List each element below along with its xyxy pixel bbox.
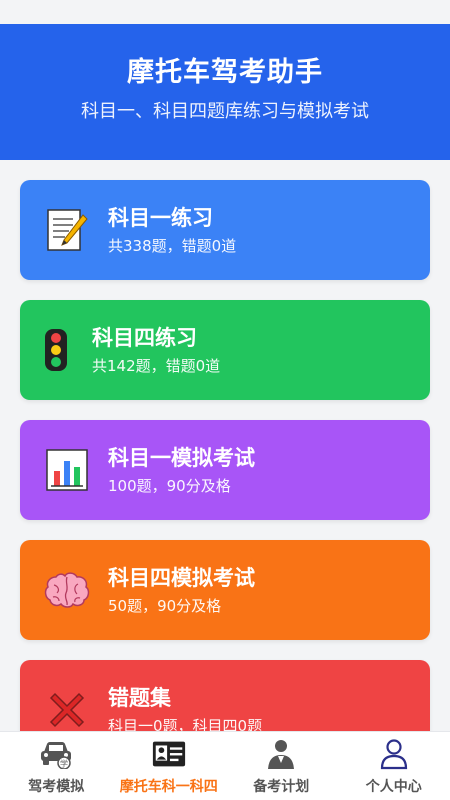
cross-mark-icon bbox=[44, 687, 90, 733]
app-title: 摩托车驾考助手 bbox=[127, 57, 323, 88]
card-title: 科目一模拟考试 bbox=[108, 446, 255, 470]
tab-profile[interactable]: 个人中心 bbox=[338, 732, 450, 800]
user-outline-icon bbox=[376, 738, 412, 770]
card-desc: 100题，90分及格 bbox=[108, 477, 231, 495]
tab-label: 备考计划 bbox=[253, 779, 310, 795]
car-icon: 学 bbox=[38, 738, 74, 770]
card-subject4-mock-exam[interactable]: 科目四模拟考试 50题，90分及格 bbox=[20, 540, 430, 640]
tab-study-plan[interactable]: 备考计划 bbox=[225, 732, 338, 800]
card-title: 科目四练习 bbox=[92, 326, 197, 350]
person-icon bbox=[263, 738, 299, 770]
card-title: 科目四模拟考试 bbox=[108, 566, 255, 590]
status-bar bbox=[0, 0, 450, 24]
bottom-tab-bar: 学 驾考模拟 摩托车科一科四 备考计划 个人中心 bbox=[0, 731, 450, 800]
card-desc: 共142题，错题0道 bbox=[92, 357, 221, 375]
tab-motorcycle-subjects[interactable]: 摩托车科一科四 bbox=[113, 732, 226, 800]
tab-label: 驾考模拟 bbox=[28, 779, 85, 795]
tab-label: 个人中心 bbox=[365, 779, 422, 795]
memo-icon bbox=[44, 207, 90, 253]
card-desc: 50题，90分及格 bbox=[108, 597, 222, 615]
tab-driving-mock[interactable]: 学 驾考模拟 bbox=[0, 732, 113, 800]
card-subject4-practice[interactable]: 科目四练习 共142题，错题0道 bbox=[20, 300, 430, 400]
brain-icon bbox=[44, 567, 90, 613]
bar-chart-icon bbox=[44, 447, 90, 493]
tab-label: 摩托车科一科四 bbox=[119, 779, 218, 795]
feature-list: 科目一练习 共338题，错题0道 科目四练习 共142题，错题0道 科目一模拟考… bbox=[20, 180, 430, 780]
id-card-icon bbox=[151, 738, 187, 770]
card-subject1-practice[interactable]: 科目一练习 共338题，错题0道 bbox=[20, 180, 430, 280]
card-subject1-mock-exam[interactable]: 科目一模拟考试 100题，90分及格 bbox=[20, 420, 430, 520]
app-header: 摩托车驾考助手 科目一、科目四题库练习与模拟考试 bbox=[0, 24, 450, 160]
svg-text:学: 学 bbox=[60, 759, 68, 769]
card-title: 科目一练习 bbox=[108, 206, 213, 230]
card-desc: 共338题，错题0道 bbox=[108, 237, 237, 255]
traffic-light-icon bbox=[38, 327, 74, 373]
app-subtitle: 科目一、科目四题库练习与模拟考试 bbox=[81, 101, 369, 122]
card-title: 错题集 bbox=[108, 686, 171, 710]
